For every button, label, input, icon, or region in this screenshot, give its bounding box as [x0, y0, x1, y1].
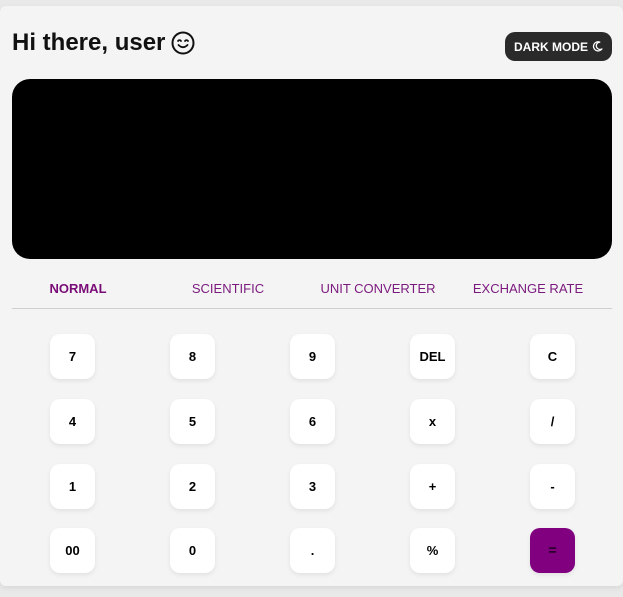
equals-button[interactable]: =: [530, 528, 575, 573]
key-00[interactable]: 00: [50, 528, 95, 573]
decimal-button[interactable]: .: [290, 528, 335, 573]
key-1[interactable]: 1: [50, 464, 95, 509]
key-7[interactable]: 7: [50, 334, 95, 379]
key-4[interactable]: 4: [50, 399, 95, 444]
add-button[interactable]: +: [410, 464, 455, 509]
moon-icon: [592, 41, 603, 52]
divide-button[interactable]: /: [530, 399, 575, 444]
delete-button[interactable]: DEL: [410, 334, 455, 379]
multiply-button[interactable]: x: [410, 399, 455, 444]
calculator-display: [12, 79, 612, 259]
calculator-card: Hi there, user DARK MODE NORMAL SCIENTIF…: [0, 6, 623, 586]
tab-unit-converter[interactable]: UNIT CONVERTER: [313, 276, 443, 300]
subtract-button[interactable]: -: [530, 464, 575, 509]
key-9[interactable]: 9: [290, 334, 335, 379]
dark-mode-button[interactable]: DARK MODE: [505, 32, 612, 61]
tab-normal[interactable]: NORMAL: [28, 276, 128, 300]
key-8[interactable]: 8: [170, 334, 215, 379]
key-0[interactable]: 0: [170, 528, 215, 573]
tabs-divider: [12, 308, 612, 309]
percent-button[interactable]: %: [410, 528, 455, 573]
mode-tabs: NORMAL SCIENTIFIC UNIT CONVERTER EXCHANG…: [0, 276, 623, 300]
tab-exchange-rate[interactable]: EXCHANGE RATE: [468, 276, 588, 300]
tab-scientific[interactable]: SCIENTIFIC: [178, 276, 278, 300]
clear-button[interactable]: C: [530, 334, 575, 379]
greeting-header: Hi there, user: [12, 25, 195, 61]
key-3[interactable]: 3: [290, 464, 335, 509]
key-6[interactable]: 6: [290, 399, 335, 444]
smiling-face-icon: [171, 31, 195, 55]
greeting-text: Hi there, user: [12, 29, 166, 56]
key-5[interactable]: 5: [170, 399, 215, 444]
dark-mode-label: DARK MODE: [514, 39, 588, 54]
key-2[interactable]: 2: [170, 464, 215, 509]
